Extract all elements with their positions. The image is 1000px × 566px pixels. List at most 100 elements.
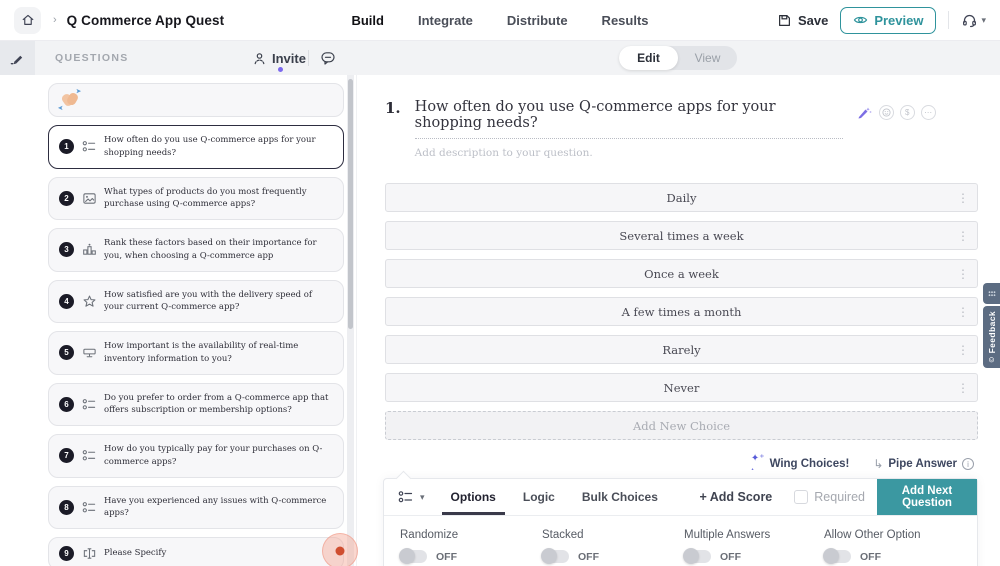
choice-row-several-times-a-week[interactable]: Several times a week ⋮ [385, 221, 978, 250]
question-description-input[interactable]: Add description to your question. [415, 147, 843, 159]
nav-tab-results[interactable]: Results [602, 13, 649, 28]
chat-bubble-icon [321, 52, 335, 65]
pipe-answer-button[interactable]: ↳ Pipe Answer i [873, 458, 974, 470]
ai-rewrite-icon[interactable] [855, 103, 873, 121]
question-list-text: Please Specify [104, 548, 167, 559]
question-list-item-3[interactable]: 3 Rank these factors based on their impo… [48, 228, 344, 272]
choice-menu-icon[interactable]: ⋮ [957, 268, 969, 280]
add-next-question-button[interactable]: Add Next Question [877, 479, 977, 515]
score-button[interactable]: $ [899, 104, 915, 120]
add-new-choice-button[interactable]: Add New Choice [385, 411, 978, 440]
tab-options[interactable]: Options [441, 479, 506, 515]
question-number-badge: 9 [59, 546, 74, 561]
welcome-card[interactable]: ➤ ➤ [48, 83, 344, 117]
stacked-toggle[interactable] [541, 548, 569, 564]
question-number-badge: 5 [59, 345, 74, 361]
edit-mode-rail[interactable] [0, 41, 35, 75]
view-toggle-button[interactable]: View [678, 51, 737, 65]
choice-row-a-few-times-a-month[interactable]: A few times a month ⋮ [385, 297, 978, 326]
question-list-item-9[interactable]: 9 Please Specify [48, 537, 344, 566]
question-number: 1. [385, 99, 401, 117]
allow-other-option-toggle[interactable] [823, 548, 851, 564]
divider [308, 50, 309, 66]
multiple-answers-label: Multiple Answers [684, 529, 771, 541]
edit-toggle-button[interactable]: Edit [619, 46, 678, 70]
nav-tab-distribute[interactable]: Distribute [507, 13, 568, 28]
preview-button[interactable]: Preview [840, 6, 937, 34]
more-options-button[interactable]: ⋯ [920, 104, 936, 120]
wave-arrow: ➤ [58, 104, 64, 110]
wing-choices-button[interactable]: ✦⁺ ˖ Wing Choices! [751, 454, 849, 474]
pencil-icon [10, 55, 23, 64]
question-list-text: How do you typically pay for your purcha… [104, 444, 323, 467]
nav-tab-build[interactable]: Build [351, 13, 384, 28]
breadcrumb-chevron-icon: › [53, 14, 57, 26]
add-score-button[interactable]: + Add Score [699, 479, 772, 515]
required-checkbox[interactable] [794, 490, 809, 504]
question-list-item-1[interactable]: 1 How often do you use Q-commerce apps f… [48, 125, 344, 169]
invite-person-icon [254, 52, 265, 64]
question-list-text: Rank these factors based on their import… [104, 238, 317, 261]
tab-bulk-choices[interactable]: Bulk Choices [582, 479, 658, 515]
invite-button[interactable]: Invite [252, 51, 306, 66]
question-settings-panel: ▾ Options Logic Bulk Choices + Add Score… [383, 470, 978, 566]
question-number-badge: 1 [59, 139, 74, 155]
ellipsis-icon: ⋯ [924, 107, 933, 117]
emoji-button[interactable] [878, 104, 894, 120]
choice-menu-icon[interactable]: ⋮ [957, 230, 969, 242]
question-number-badge: 3 [59, 242, 74, 258]
required-checkbox-wrap[interactable]: Required [794, 479, 865, 515]
tab-logic[interactable]: Logic [523, 479, 555, 515]
multiple-choice-icon [398, 491, 413, 503]
support-menu-button[interactable]: ▾ [961, 12, 986, 28]
question-list-text: How important is the availability of rea… [104, 341, 299, 364]
allow-other-option-label: Allow Other Option [824, 529, 921, 541]
choice-row-daily[interactable]: Daily ⋮ [385, 183, 978, 212]
choice-menu-icon[interactable]: ⋮ [957, 344, 969, 356]
main-nav: Build Integrate Distribute Results [351, 13, 648, 28]
choice-row-never[interactable]: Never ⋮ [385, 373, 978, 402]
question-editor: 1. How often do you use Q-commerce apps … [357, 75, 1000, 566]
grip-dots-icon [988, 290, 995, 296]
question-number-badge: 6 [59, 396, 74, 412]
sidebar-scrollbar-thumb[interactable] [348, 79, 353, 329]
save-icon [778, 14, 790, 26]
question-number-badge: 7 [59, 448, 74, 464]
choice-row-once-a-week[interactable]: Once a week ⋮ [385, 259, 978, 288]
smiley-icon [882, 107, 891, 117]
feedback-drag-handle[interactable] [983, 283, 1000, 304]
choice-menu-icon[interactable]: ⋮ [957, 306, 969, 318]
multiple-choice-icon [81, 397, 97, 412]
edit-view-toggle: Edit View [619, 46, 737, 70]
save-button[interactable]: Save [777, 13, 828, 28]
question-number-badge: 8 [59, 499, 74, 515]
feedback-widget: Feedback [983, 283, 1000, 368]
nav-tab-integrate[interactable]: Integrate [418, 13, 473, 28]
questions-heading: QUESTIONS [55, 52, 129, 64]
sparkle-icon: ✦⁺ ˖ [750, 453, 765, 474]
question-list-item-2[interactable]: 2 What types of products do you most fre… [48, 176, 344, 220]
home-icon [22, 14, 33, 25]
question-title-input[interactable]: How often do you use Q-commerce apps for… [414, 99, 843, 139]
comments-button[interactable] [320, 50, 336, 66]
choice-menu-icon[interactable]: ⋮ [957, 382, 969, 394]
question-number-badge: 2 [59, 190, 74, 206]
chevron-down-icon: ▾ [420, 491, 425, 502]
home-button[interactable] [14, 6, 41, 34]
chevron-down-icon: ▾ [981, 14, 986, 25]
choice-row-rarely[interactable]: Rarely ⋮ [385, 335, 978, 364]
multiple-answers-toggle[interactable] [683, 548, 711, 564]
randomize-toggle[interactable] [399, 548, 427, 564]
feedback-tab-button[interactable]: Feedback [983, 306, 1000, 368]
question-number-badge: 4 [59, 293, 74, 309]
picture-choice-icon [81, 191, 97, 206]
choice-list: Daily ⋮ Several times a week ⋮ Once a we… [357, 159, 1000, 440]
question-list-item-4[interactable]: 4 How satisfied are you with the deliver… [48, 279, 344, 323]
dollar-icon: $ [904, 107, 910, 117]
question-list-item-6[interactable]: 6 Do you prefer to order from a Q-commer… [48, 382, 344, 426]
question-list-item-8[interactable]: 8 Have you experienced any issues with Q… [48, 485, 344, 529]
pipe-arrow-icon: ↳ [873, 457, 884, 471]
question-list-item-5[interactable]: 5 How important is the availability of r… [48, 331, 344, 375]
question-list-item-7[interactable]: 7 How do you typically pay for your purc… [48, 434, 344, 478]
choice-menu-icon[interactable]: ⋮ [957, 192, 969, 204]
